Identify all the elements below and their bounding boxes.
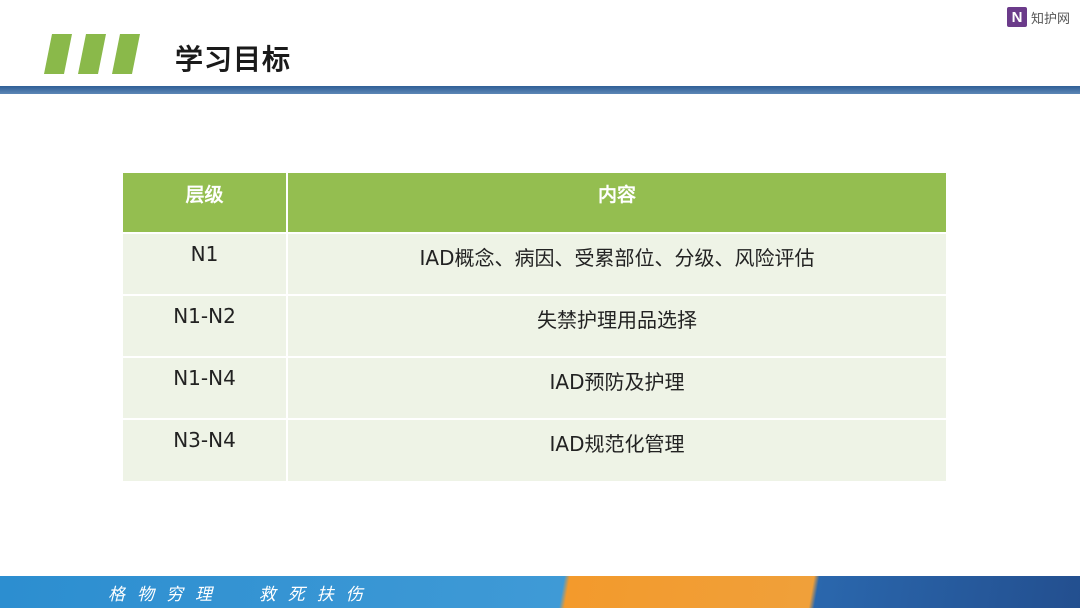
column-header-content: 内容 xyxy=(286,173,946,233)
table-row: N1-N2 失禁护理用品选择 xyxy=(123,294,946,357)
stripes-decoration-icon xyxy=(44,34,140,74)
logo-text: 知护网 xyxy=(1030,11,1070,27)
table-header-row: 层级 内容 xyxy=(123,173,946,233)
footer-bar: 格物穷理 救死扶伤 xyxy=(0,576,1080,608)
cell-content: 失禁护理用品选择 xyxy=(286,294,946,357)
cell-content: IAD预防及护理 xyxy=(286,356,946,419)
footer-motto: 格物穷理 救死扶伤 xyxy=(108,585,375,605)
cell-level: N1-N4 xyxy=(123,356,287,419)
page-title: 学习目标 xyxy=(175,43,292,76)
header-divider-bar xyxy=(0,86,1080,94)
table-row: N1-N4 IAD预防及护理 xyxy=(123,356,946,419)
cell-level: N3-N4 xyxy=(123,418,287,481)
table-row: N1 IAD概念、病因、受累部位、分级、风险评估 xyxy=(123,232,946,295)
cell-content: IAD概念、病因、受累部位、分级、风险评估 xyxy=(286,232,946,295)
objectives-table: 层级 内容 N1 IAD概念、病因、受累部位、分级、风险评估 N1-N2 失禁护… xyxy=(123,173,946,481)
logo-mark: N xyxy=(1006,7,1027,27)
brand-logo: N 知护网 xyxy=(1006,7,1070,27)
table-row: N3-N4 IAD规范化管理 xyxy=(123,418,946,481)
cell-level: N1 xyxy=(123,232,287,295)
cell-content: IAD规范化管理 xyxy=(286,418,946,481)
column-header-level: 层级 xyxy=(123,173,287,233)
cell-level: N1-N2 xyxy=(123,294,287,357)
